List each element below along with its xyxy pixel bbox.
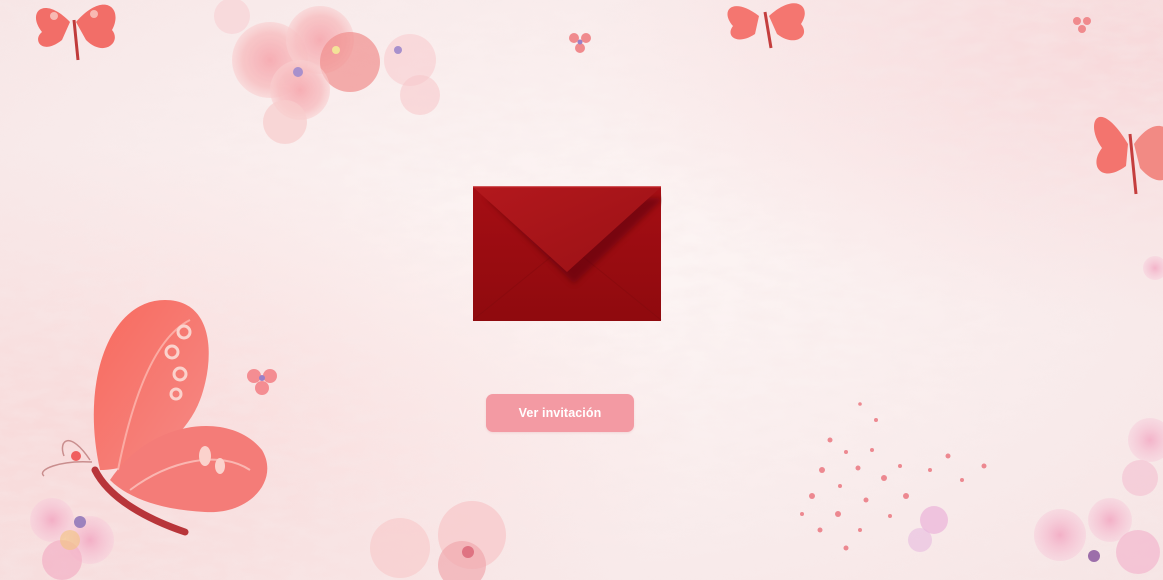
butterfly-icon: [41, 300, 268, 536]
flower-icon: [569, 33, 591, 53]
view-invitation-button[interactable]: Ver invitación: [486, 394, 634, 432]
flower-icon: [1073, 17, 1091, 33]
watercolor-splatter: [800, 402, 987, 551]
butterfly-icon: [1094, 116, 1163, 195]
envelope-icon[interactable]: [472, 186, 662, 322]
flower-icon: [370, 501, 506, 580]
flower-icon: [908, 498, 1160, 574]
butterfly-icon: [35, 4, 116, 61]
envelope-graphic: [472, 186, 662, 321]
flower-icon: [30, 498, 114, 580]
flower-icon: [1122, 256, 1163, 496]
butterfly-icon: [727, 3, 805, 49]
flower-icon: [214, 0, 440, 144]
flower-icon: [247, 369, 277, 395]
invitation-landing-page: Ver invitación: [0, 0, 1163, 580]
